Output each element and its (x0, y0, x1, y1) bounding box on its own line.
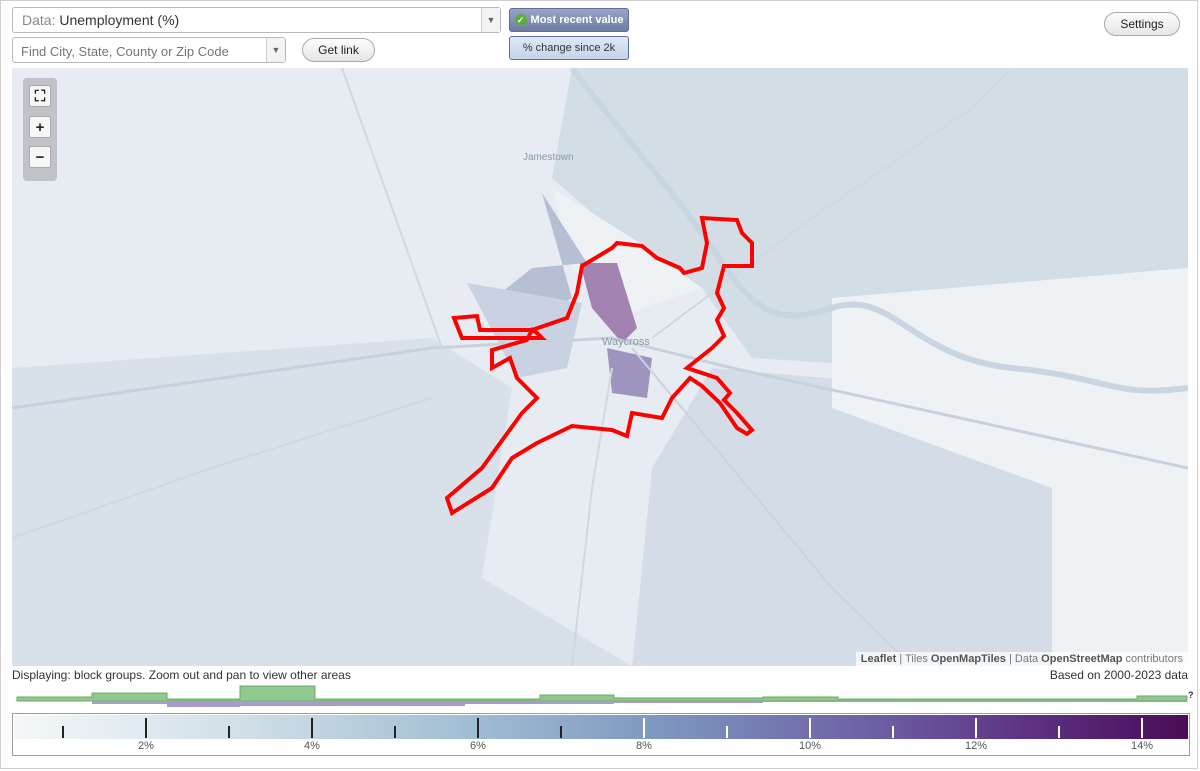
location-search-input[interactable] (19, 41, 263, 61)
legend-minor-tick (892, 726, 894, 738)
legend-tick-label: 4% (304, 740, 320, 752)
legend-major-tick (477, 718, 479, 738)
legend-major-tick (975, 718, 977, 738)
most-recent-value-button[interactable]: ✓ Most recent value (509, 8, 629, 32)
legend-major-tick (809, 718, 811, 738)
legend-major-tick (643, 718, 645, 738)
fullscreen-icon[interactable]: ⛶ (29, 85, 51, 107)
legend-major-tick (311, 718, 313, 738)
legend-tick-label: 8% (636, 740, 652, 752)
legend-minor-tick (228, 726, 230, 738)
pct-change-button[interactable]: % change since 2k (509, 36, 629, 60)
data-select-value: Unemployment (%) (59, 12, 180, 28)
legend-minor-tick (726, 726, 728, 738)
histogram-purple (17, 701, 1187, 707)
zoom-out-button[interactable]: − (29, 146, 51, 168)
map-zoom-controls: ⛶ + − (23, 78, 57, 181)
based-on-text: Based on 2000-2023 data (1049, 668, 1188, 682)
legend-tick-label: 2% (138, 740, 154, 752)
histogram (16, 685, 1188, 707)
attribution-suffix: contributors (1122, 653, 1183, 665)
color-legend: 2% 4% 6% 8% 10% 12% 14% (12, 713, 1190, 756)
map-attribution: Leaflet | Tiles OpenMapTiles | Data Open… (855, 652, 1188, 666)
map-canvas[interactable] (12, 68, 1188, 666)
get-link-button[interactable]: Get link (302, 38, 375, 62)
attribution-sep-1: | Tiles (896, 653, 931, 665)
chevron-down-icon[interactable]: ▼ (266, 38, 285, 62)
legend-minor-tick (394, 726, 396, 738)
legend-minor-tick (1058, 726, 1060, 738)
displaying-text: Displaying: block groups. Zoom out and p… (12, 668, 351, 682)
histogram-help[interactable]: ? (1188, 690, 1194, 700)
chevron-down-icon[interactable]: ▼ (481, 8, 500, 32)
data-select-prefix: Data: (22, 12, 56, 28)
leaflet-link[interactable]: Leaflet (861, 653, 896, 665)
legend-tick-label: 10% (798, 740, 822, 752)
most-recent-value-label: Most recent value (530, 14, 624, 26)
data-select[interactable]: Data: Unemployment (%) ▼ (12, 7, 501, 33)
openmaptiles-link[interactable]: OpenMapTiles (931, 653, 1006, 665)
openstreetmap-link[interactable]: OpenStreetMap (1041, 653, 1122, 665)
legend-tick-label: 6% (470, 740, 486, 752)
legend-major-tick (1141, 718, 1143, 738)
map[interactable]: Jamestown Waycross ⛶ + − Leaflet | Tiles… (12, 68, 1188, 666)
check-icon: ✓ (514, 14, 527, 26)
legend-minor-tick (560, 726, 562, 738)
place-label-waycross: Waycross (602, 336, 650, 348)
location-search[interactable]: ▼ (12, 37, 286, 63)
histogram-green (16, 685, 1188, 702)
zoom-in-button[interactable]: + (29, 116, 51, 138)
legend-major-tick (145, 718, 147, 738)
attribution-sep-2: | Data (1005, 653, 1042, 665)
legend-minor-tick (62, 726, 64, 738)
place-label-jamestown: Jamestown (523, 152, 574, 163)
legend-tick-label: 12% (964, 740, 988, 752)
legend-tick-label: 14% (1130, 740, 1154, 752)
legend-gradient (14, 715, 1188, 739)
settings-button[interactable]: Settings (1104, 12, 1180, 36)
